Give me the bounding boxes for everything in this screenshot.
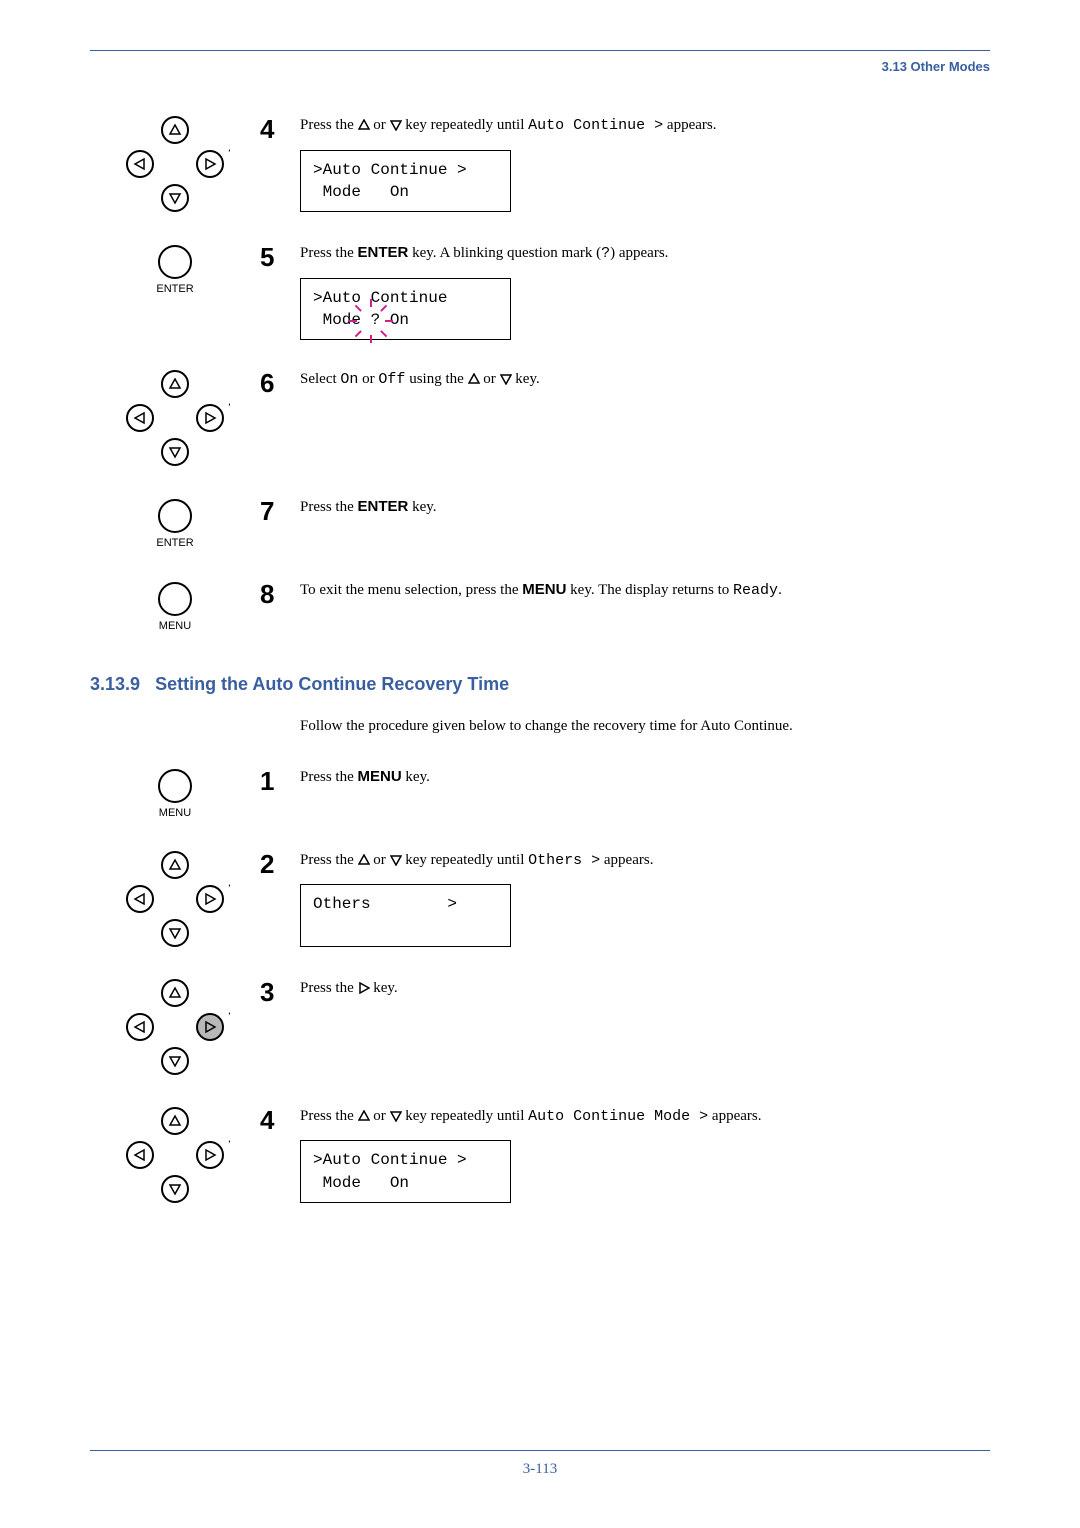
step-row: ? 4Press the or key repeatedly until Auto… <box>90 1105 990 1205</box>
triangle-down-icon <box>390 854 402 866</box>
triangle-up-icon <box>358 119 370 131</box>
step-row: ENTER 5Press the ENTER key. A blinking qu… <box>90 242 990 340</box>
page: 3.13 Other Modes ?4Press the or key repe… <box>0 0 1080 1528</box>
svg-text:ENTER: ENTER <box>156 537 193 549</box>
mono-text: Off <box>378 371 405 388</box>
svg-text:MENU: MENU <box>159 807 191 819</box>
step-text: Press the ENTER key. <box>300 496 990 519</box>
step-number: 3 <box>260 977 300 1005</box>
mono-text: On <box>340 371 358 388</box>
step-number: 5 <box>260 242 300 270</box>
svg-text:?: ? <box>228 1136 230 1152</box>
step-icon-cell: ENTER <box>90 496 260 551</box>
header-section: 3.13 Other Modes <box>90 59 990 74</box>
step-row: ? 3Press the key. <box>90 977 990 1077</box>
dpad-icon: ? <box>120 114 230 214</box>
section-intro: Follow the procedure given below to chan… <box>300 715 990 738</box>
header-rule <box>90 50 990 51</box>
mono-text: Auto Continue > <box>528 117 663 134</box>
dpad-icon: ? <box>120 977 230 1077</box>
menu-key-icon: MENU <box>145 579 205 634</box>
key-name: ENTER <box>358 244 409 261</box>
step-icon-cell: ENTER <box>90 242 260 297</box>
blinking-char: ? <box>371 309 381 331</box>
step-icon-cell: ? <box>90 114 260 214</box>
key-name: MENU <box>522 581 566 598</box>
step-number: 6 <box>260 368 300 396</box>
triangle-up-icon <box>358 1110 370 1122</box>
step-icon-cell: MENU <box>90 766 260 821</box>
step-icon-cell: ? <box>90 368 260 468</box>
steps-group-a: ? 4Press the or key repeatedly until Auto… <box>90 114 990 634</box>
step-number: 1 <box>260 766 300 794</box>
step-text: Press the or key repeatedly until Auto C… <box>300 1105 990 1203</box>
lcd-display: >Auto Continue > Mode On <box>300 1140 511 1203</box>
step-number: 2 <box>260 849 300 877</box>
triangle-up-icon <box>468 373 480 385</box>
steps-group-b: MENU1Press the MENU key.?2Press the or k… <box>90 766 990 1205</box>
step-number: 7 <box>260 496 300 524</box>
step-text: To exit the menu selection, press the ME… <box>300 579 990 603</box>
section-heading: 3.13.9 Setting the Auto Continue Recover… <box>90 674 990 695</box>
svg-text:?: ? <box>228 145 230 161</box>
mono-text: Others > <box>528 852 600 869</box>
step-number: 8 <box>260 579 300 607</box>
triangle-up-icon <box>358 854 370 866</box>
step-icon-cell: ? <box>90 1105 260 1205</box>
key-name: MENU <box>358 768 402 785</box>
step-text: Press the key. <box>300 977 990 1000</box>
triangle-down-icon <box>390 119 402 131</box>
svg-text:MENU: MENU <box>159 620 191 632</box>
step-text: Press the MENU key. <box>300 766 990 789</box>
mono-text: Ready <box>733 582 778 599</box>
step-text: Press the or key repeatedly until Auto C… <box>300 114 990 212</box>
key-name: ENTER <box>358 498 409 515</box>
step-row: ENTER 7 Press the ENTER key. <box>90 496 990 551</box>
dpad-icon: ? <box>120 368 230 468</box>
dpad-icon: ? <box>120 1105 230 1205</box>
lcd-display: Others > <box>300 884 511 947</box>
step-text: Press the ENTER key. A blinking question… <box>300 242 990 340</box>
step-row: ? 2Press the or key repeatedly until Othe… <box>90 849 990 949</box>
triangle-down-icon <box>390 1110 402 1122</box>
section-number: 3.13.9 <box>90 674 140 694</box>
step-row: ? 6Select On or Off using the or key. <box>90 368 990 468</box>
lcd-display: >Auto Continue Mode ? On <box>300 278 511 341</box>
step-text: Press the or key repeatedly until Others… <box>300 849 990 947</box>
mono-text: ? <box>601 245 610 262</box>
lcd-display: >Auto Continue > Mode On <box>300 150 511 213</box>
dpad-icon: ? <box>120 849 230 949</box>
enter-key-icon: ENTER <box>145 242 205 297</box>
step-number: 4 <box>260 1105 300 1133</box>
triangle-right-icon <box>358 982 370 994</box>
page-number: 3-113 <box>90 1461 990 1478</box>
svg-text:?: ? <box>228 880 230 896</box>
step-text: Select On or Off using the or key. <box>300 368 990 392</box>
step-row: MENU 1Press the MENU key. <box>90 766 990 821</box>
step-number: 4 <box>260 114 300 142</box>
svg-text:?: ? <box>228 399 230 415</box>
section-title-text: Setting the Auto Continue Recovery Time <box>155 674 509 694</box>
svg-text:?: ? <box>228 1008 230 1024</box>
step-row: ? 4Press the or key repeatedly until Auto… <box>90 114 990 214</box>
step-row: MENU 8To exit the menu selection, press t… <box>90 579 990 634</box>
footer-rule <box>90 1450 990 1451</box>
svg-text:ENTER: ENTER <box>156 283 193 295</box>
menu-key-icon: MENU <box>145 766 205 821</box>
step-icon-cell: ? <box>90 977 260 1077</box>
step-icon-cell: MENU <box>90 579 260 634</box>
triangle-down-icon <box>500 373 512 385</box>
mono-text: Auto Continue Mode > <box>528 1108 708 1125</box>
footer: 3-113 <box>90 1450 990 1478</box>
enter-key-icon: ENTER <box>145 496 205 551</box>
step-icon-cell: ? <box>90 849 260 949</box>
